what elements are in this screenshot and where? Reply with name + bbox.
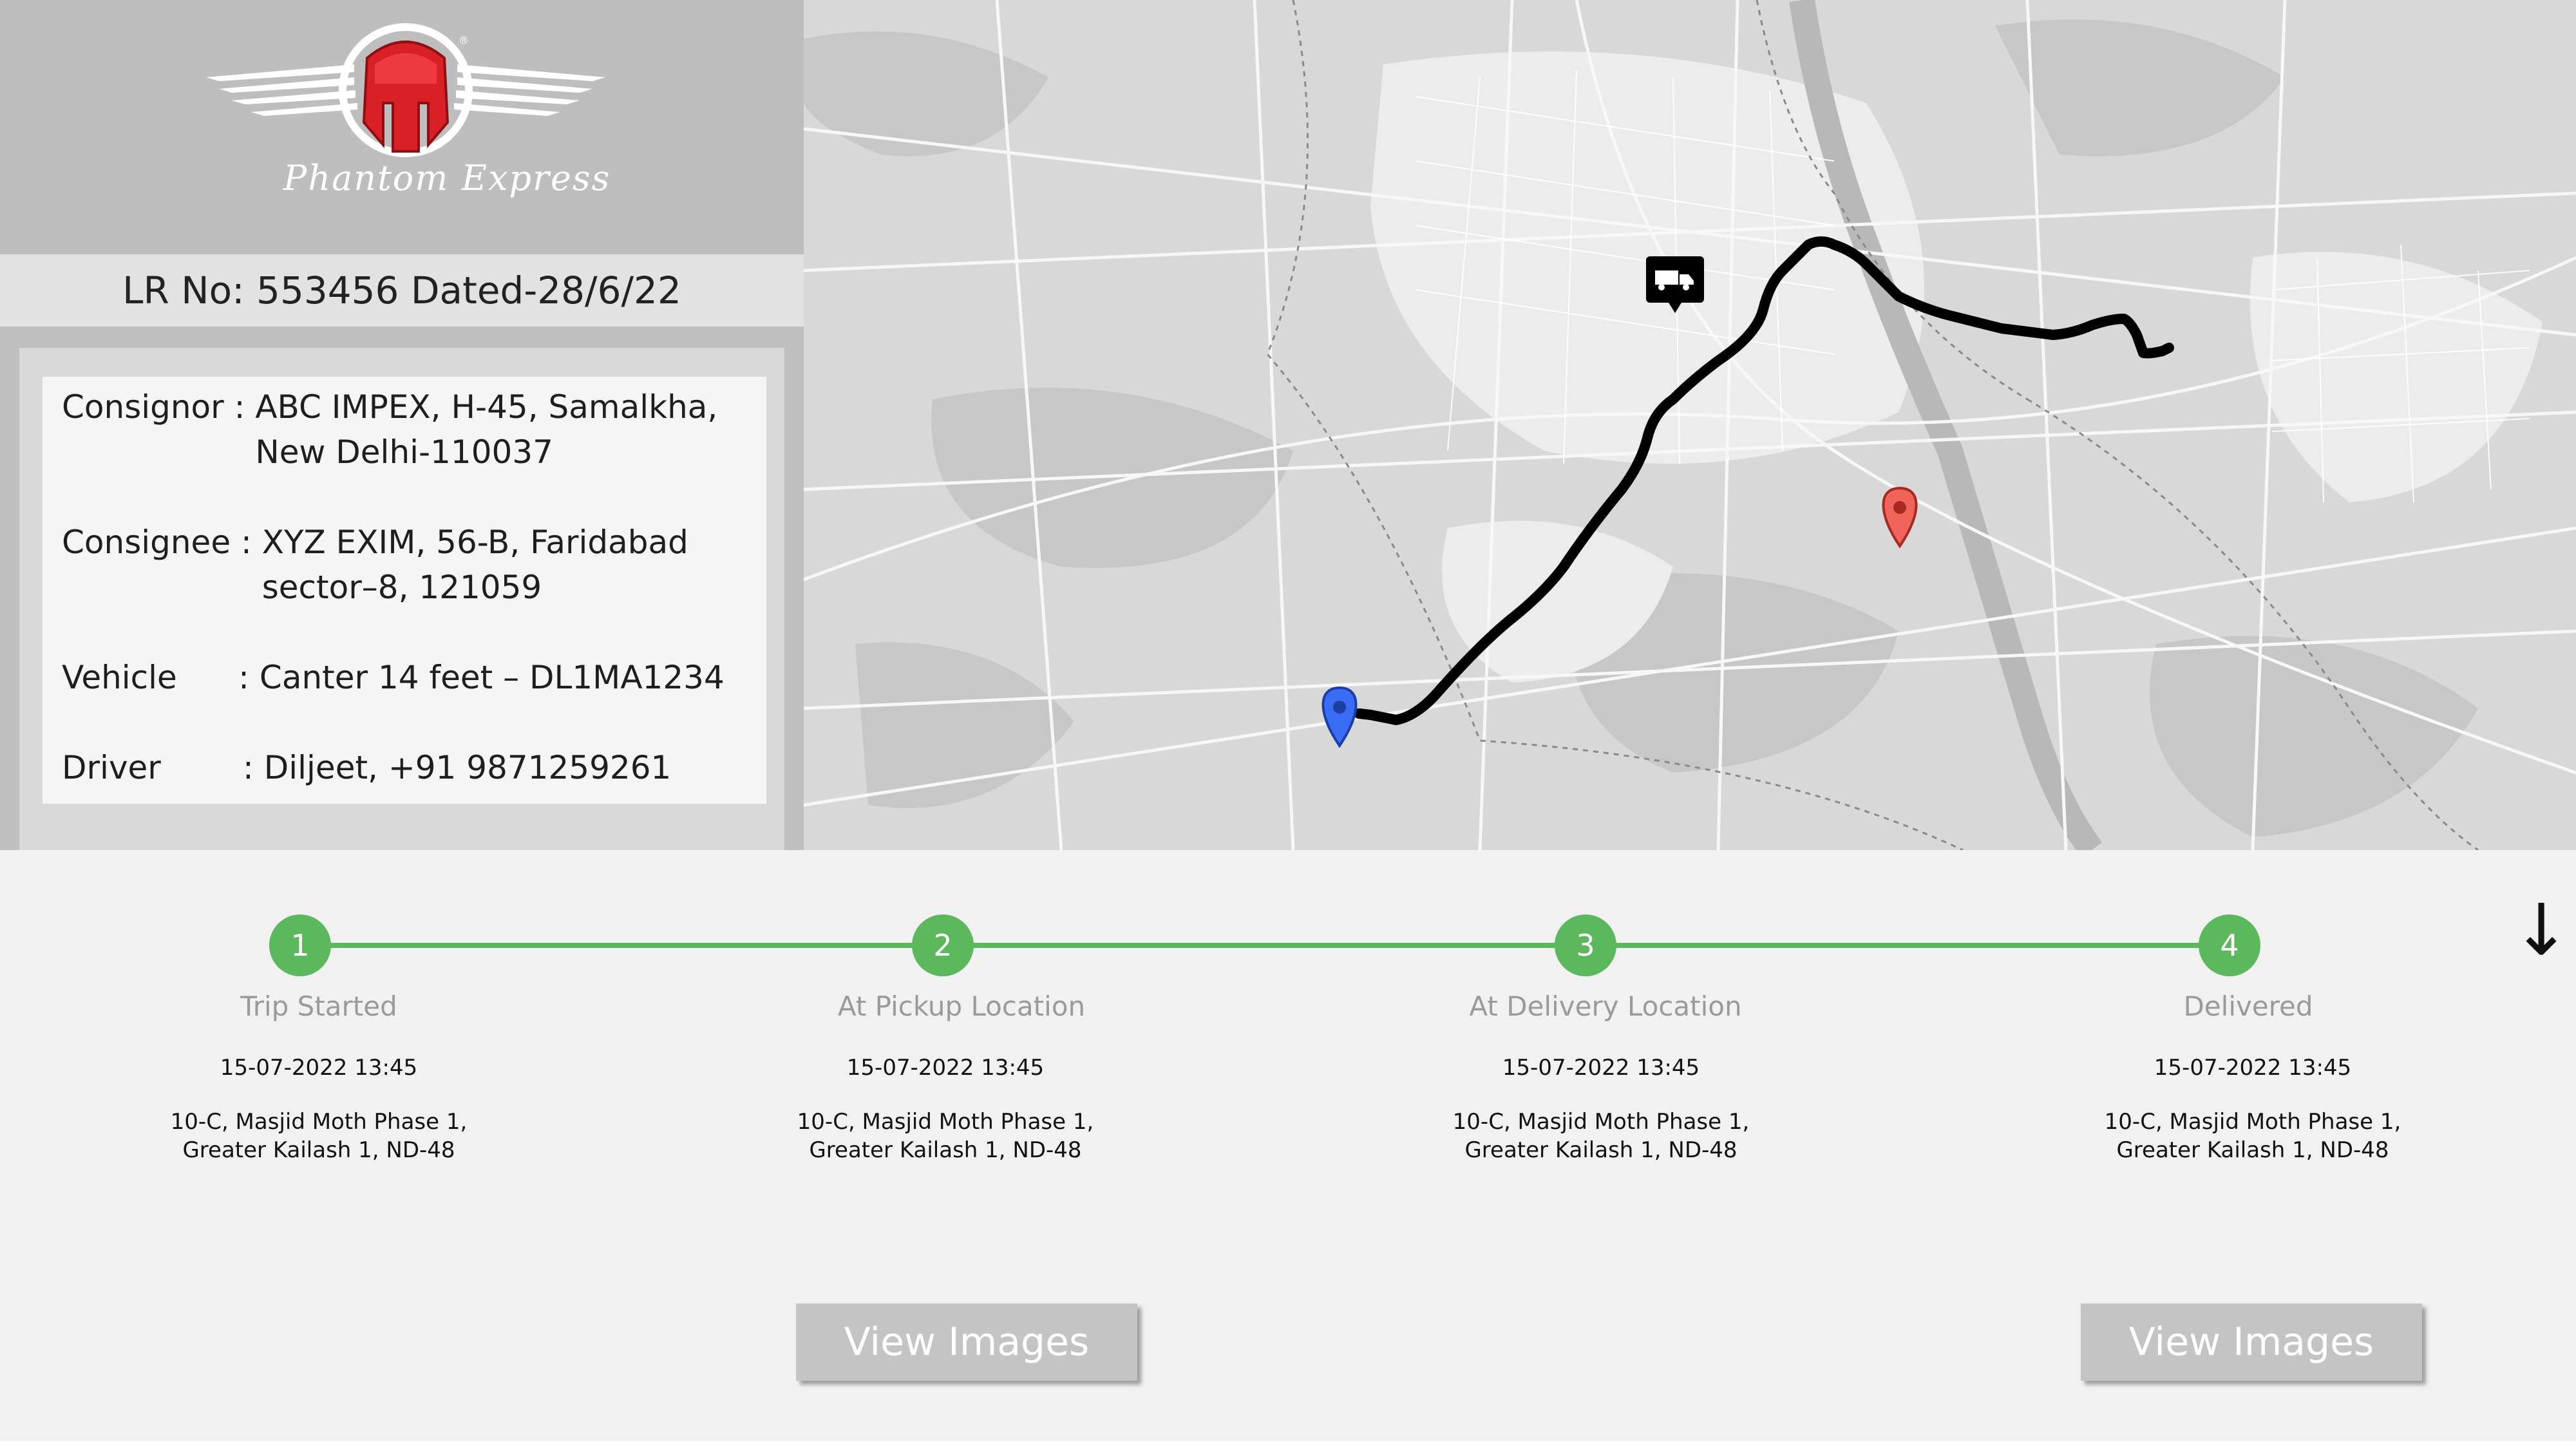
view-images-pickup-button[interactable]: View Images [796,1303,1137,1381]
step-2-address-line-1: 10-C, Masjid Moth Phase 1, [797,1109,1094,1135]
consignor-row: Consignor : ABC IMPEX, H-45, Samalkha, N… [62,384,770,475]
step-1-address-line-1: 10-C, Masjid Moth Phase 1, [170,1109,468,1135]
consignor-value: ABC IMPEX, H-45, Samalkha, New Delhi-110… [255,388,718,471]
view-images-delivered-button[interactable]: View Images [2081,1303,2422,1381]
step-3-address-line-2: Greater Kailash 1, ND-48 [1464,1137,1738,1163]
step-2-address: 10-C, Masjid Moth Phase 1, Greater Kaila… [720,1108,1171,1164]
step-1-marker: 1 [269,914,331,976]
step-4-marker: 4 [2199,914,2260,976]
step-3-address-line-1: 10-C, Masjid Moth Phase 1, [1452,1109,1750,1135]
scroll-down-arrow-icon[interactable]: ↓ [2512,889,2571,971]
logo-area: ® Phantom Express [0,0,804,254]
step-2-address-line-2: Greater Kailash 1, ND-48 [809,1137,1082,1163]
step-4-address-line-2: Greater Kailash 1, ND-48 [2116,1137,2389,1163]
step-3-time: 15-07-2022 13:45 [1502,1055,1700,1081]
step-4-address-line-1: 10-C, Masjid Moth Phase 1, [2104,1109,2401,1135]
consignor-label: Consignor : [62,388,256,426]
driver-value: Diljeet, +91 9871259261 [263,749,672,786]
consignee-label: Consignee : [62,524,262,561]
step-2-marker: 2 [912,914,974,976]
step-4-time: 15-07-2022 13:45 [2154,1055,2352,1081]
step-1-address: 10-C, Masjid Moth Phase 1, Greater Kaila… [93,1108,544,1164]
step-1-title: Trip Started [240,990,397,1022]
step-2-title: At Pickup Location [837,990,1086,1022]
step-1-address-line-2: Greater Kailash 1, ND-48 [182,1137,455,1163]
brand-name: Phantom Express [283,158,611,198]
step-2-time: 15-07-2022 13:45 [846,1055,1045,1081]
step-3-address: 10-C, Masjid Moth Phase 1, Greater Kaila… [1376,1108,1826,1164]
step-3-marker: 3 [1555,914,1616,976]
step-4-address: 10-C, Masjid Moth Phase 1, Greater Kaila… [2027,1108,2478,1164]
step-4-title: Delivered [2183,990,2313,1022]
shipment-details-card: Consignor : ABC IMPEX, H-45, Samalkha, N… [43,377,766,804]
trip-timeline: ↓ 1 Trip Started 15-07-2022 13:45 10-C, … [0,850,2576,1449]
driver-row: Driver : Diljeet, +91 9871259261 [62,745,671,790]
svg-text:®: ® [459,34,469,46]
vehicle-row: Vehicle : Canter 14 feet – DL1MA1234 [62,655,724,700]
consignee-value: XYZ EXIM, 56-B, Faridabad sector–8, 1210… [261,524,688,606]
step-3-title: At Delivery Location [1469,990,1742,1022]
bottom-divider [0,1441,2576,1449]
route-map[interactable] [804,0,2576,850]
vehicle-label: Vehicle : [62,659,260,696]
timeline-progress-line [299,943,2230,948]
lr-number: LR No: 553456 Dated-28/6/22 [122,269,681,312]
driver-label: Driver : [62,749,264,786]
step-1-time: 15-07-2022 13:45 [220,1055,418,1081]
lr-number-bar: LR No: 553456 Dated-28/6/22 [0,254,804,327]
consignee-row: Consignee : XYZ EXIM, 56-B, Faridabad se… [62,520,713,610]
vehicle-value: Canter 14 feet – DL1MA1234 [259,659,724,696]
